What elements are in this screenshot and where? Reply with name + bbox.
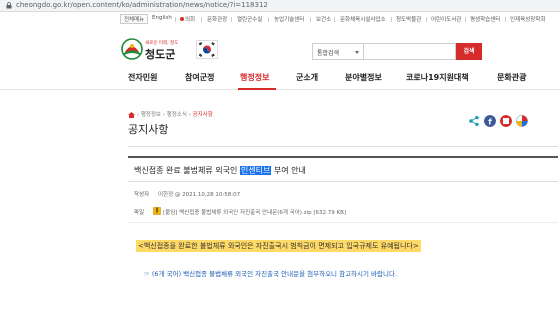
divider [175,17,176,22]
cheongdo-logo[interactable]: 새로운 미래, 청도 청도군 [120,38,192,62]
active-tab-underline [238,88,276,90]
divider [231,17,232,22]
search-button[interactable]: 검색 [456,43,482,60]
divider [201,17,202,22]
browser-url[interactable]: cheongdo.go.kr/open.content/ko/administr… [16,1,268,9]
scholarship-link[interactable]: 인재육성장학회 [510,15,545,23]
divider [268,17,269,22]
divider [310,17,311,22]
kids-library-link[interactable]: 어린이도서관 [431,15,461,23]
english-link[interactable]: English [152,15,172,21]
divider [426,17,427,22]
tab-admin-info[interactable]: 행정정보 [240,72,269,83]
post-title: 백신접종 완료 불법체류 외국인 인센티브 부여 안내 [134,165,306,176]
tab-culture-tour[interactable]: 문화관광 [497,72,526,83]
tab-county-intro[interactable]: 군소개 [296,72,318,83]
cheongdo-emblem-icon [121,38,143,60]
main-nav: 전자민원 참여군정 행정정보 군소개 분야별정보 코로나19지원대책 문화관광 [0,62,560,90]
mayor-office-link[interactable]: 열린군수실 [237,15,262,23]
utility-bar: 전체메뉴 English 의회 문화관광 열린군수실 농업기술센터 보건소 문화… [0,13,560,27]
culture-tour-link[interactable]: 문화관광 [207,15,227,23]
breadcrumb-current: 공지사항 [192,112,213,118]
lifelong-learning-link[interactable]: 평생학습센터 [470,15,500,23]
post-file-row: 파일 [붙임] 백신접종 불법체류 외국인 자진출국 안내문(6개 국어).zi… [128,201,558,223]
search-input[interactable] [364,43,456,60]
search-scope-select[interactable]: 통합검색 [312,43,364,60]
breadcrumb-item[interactable]: 행정소식 [167,112,187,118]
page-title: 공지사항 [128,123,169,136]
tab-field-info[interactable]: 분야별정보 [345,72,382,83]
korean-flag [196,40,218,59]
post-header: 백신접종 완료 불법체류 외국인 인센티브 부여 안내 [128,156,558,182]
post-title-text: 부여 안내 [271,166,306,175]
breadcrumb-item[interactable]: 행정정보 [141,112,161,118]
logo-name: 청도군 [145,48,176,61]
post-title-selection: 인센티브 [239,166,272,175]
zip-file-icon [153,207,161,215]
browser-address-bar[interactable]: cheongdo.go.kr/open.content/ko/administr… [0,0,560,12]
divider [465,17,466,22]
chevron-down-icon [355,51,359,54]
body-text: ☞ (6개 국어) 백신접종 불법체류 외국인 자진출국 안내문을 첨부하오니 … [144,270,398,278]
blog-icon[interactable] [500,115,512,127]
all-menu-link[interactable]: 전체메뉴 [120,14,149,24]
breadcrumb: › 행정정보 › 행정소식 › 공지사항 [128,110,213,118]
home-icon[interactable] [128,111,135,118]
search-scope-label: 통합검색 [317,50,340,57]
author-value: 이한정 @ 2021.10.28 10:58:07 [158,192,241,198]
council-label: 의회 [185,17,196,23]
divider [334,17,335,22]
print-icon[interactable] [516,115,528,127]
lock-icon [6,2,12,9]
taegukgi-icon [197,41,217,58]
attachment-link[interactable]: [붙임] 백신접종 불법체류 외국인 자진출국 안내문(6개 국어).zip [… [163,208,346,216]
notice-highlight-text: <백신접종을 완료한 불법체류 외국인은 자진출국시 범칙금이 면제되고 입국규… [136,240,421,252]
svg-text:f: f [488,118,492,127]
museum-link[interactable]: 청도박물관 [396,15,421,23]
tab-participation[interactable]: 참여군정 [185,72,214,83]
tab-e-civil[interactable]: 전자민원 [128,72,157,83]
share-icon[interactable] [468,115,480,127]
tab-covid-support[interactable]: 코로나19지원대책 [406,72,469,83]
author-label: 작성자 [134,192,150,198]
council-link[interactable]: 의회 [180,15,195,23]
divider [391,17,392,22]
divider [505,17,506,22]
facebook-icon[interactable]: f [484,115,496,127]
file-label: 파일 [134,210,145,216]
health-center-link[interactable]: 보건소 [316,15,331,23]
post-title-text: 백신접종 완료 불법체류 외국인 [134,166,240,175]
agri-center-link[interactable]: 농업기술센터 [274,15,304,23]
council-icon [180,17,184,21]
divider [128,146,558,147]
sports-facility-link[interactable]: 문화체육시설사업소 [340,15,386,23]
